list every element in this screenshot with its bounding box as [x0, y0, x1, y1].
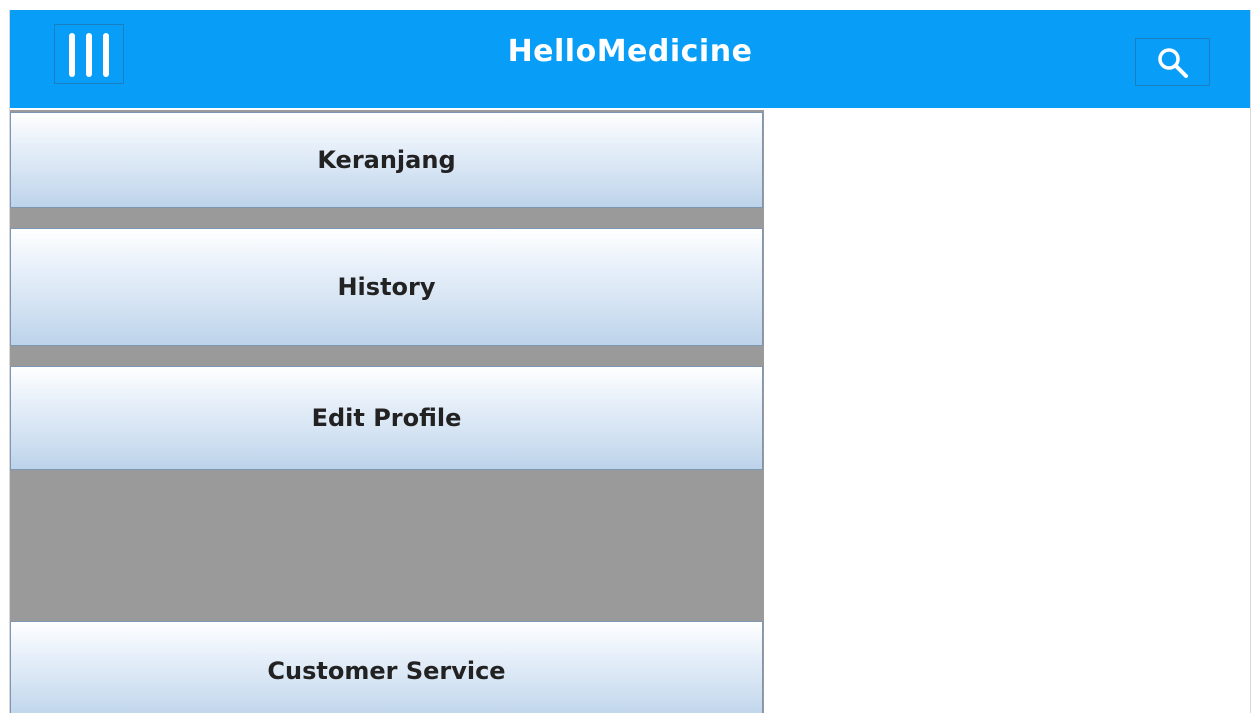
customer-service-button[interactable]: Customer Service: [10, 621, 763, 713]
side-menu: Keranjang History Edit Profile Customer …: [10, 110, 764, 713]
history-label: History: [337, 273, 436, 301]
keranjang-button[interactable]: Keranjang: [10, 112, 763, 208]
edit-profile-button[interactable]: Edit Profile: [10, 366, 763, 470]
edit-profile-label: Edit Profile: [311, 404, 462, 432]
customer-service-label: Customer Service: [267, 657, 506, 685]
search-button[interactable]: [1135, 38, 1210, 86]
app-window: HelloMedicine Keranjang History Edit Pro…: [9, 10, 1251, 713]
keranjang-label: Keranjang: [317, 146, 456, 174]
search-icon: [1158, 48, 1188, 78]
app-title: HelloMedicine: [507, 34, 753, 69]
app-bar: HelloMedicine: [10, 10, 1250, 108]
history-button[interactable]: History: [10, 228, 763, 346]
